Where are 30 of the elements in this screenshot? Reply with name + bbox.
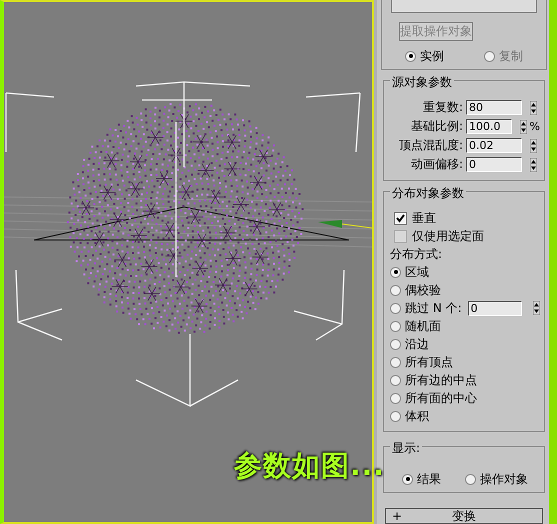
- radio-label: 结果: [417, 470, 441, 488]
- section-label: 分布方式:: [390, 246, 444, 263]
- field-label: 顶点混乱度:: [398, 137, 463, 154]
- number-field[interactable]: 80: [466, 100, 522, 115]
- field-label: 基础比例:: [410, 118, 463, 135]
- radio-label: 复制: [499, 48, 523, 64]
- group-title: 分布对象参数: [390, 185, 466, 202]
- radio-label: 所有面的中心: [405, 390, 477, 406]
- radio-label: 偶校验: [405, 282, 441, 298]
- radio-label: 随机面: [405, 318, 441, 334]
- number-field[interactable]: 0: [468, 300, 522, 316]
- radio-label: 区域: [405, 264, 429, 280]
- radio-label: 所有顶点: [405, 354, 453, 370]
- checkbox-label: 垂直: [412, 210, 436, 226]
- radio-label: 体积: [405, 408, 429, 424]
- rollout-button[interactable]: + 变换: [385, 508, 543, 524]
- group-title: 源对象参数: [390, 74, 454, 91]
- number-field[interactable]: 0: [466, 157, 522, 172]
- field-label: 动画偏移:: [410, 156, 463, 173]
- checkbox-label: 仅使用选定面: [412, 228, 484, 244]
- unit-label: %: [530, 120, 540, 133]
- number-field[interactable]: 0.02: [466, 138, 522, 153]
- group-title: 显示:: [390, 440, 422, 457]
- field-label: 重复数:: [422, 99, 463, 116]
- radio-label: 跳过 N 个:: [405, 300, 462, 316]
- radio-label: 所有边的中点: [405, 372, 477, 388]
- radio-label: 实例: [420, 48, 444, 64]
- radio-label: 沿边: [405, 336, 429, 352]
- radio-label: 操作对象: [480, 470, 528, 488]
- number-field[interactable]: 100.0: [466, 119, 512, 134]
